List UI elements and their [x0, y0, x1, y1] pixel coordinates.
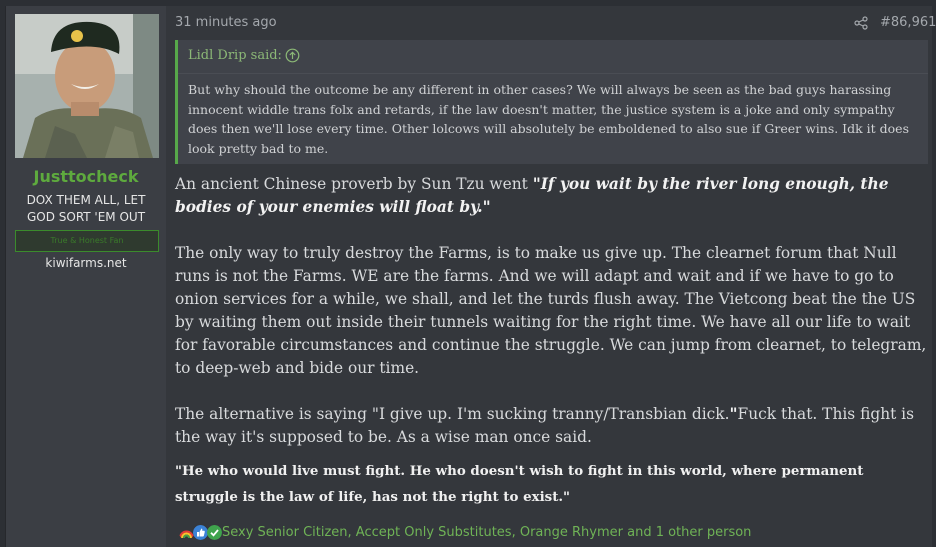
user-site: kiwifarms.net — [45, 256, 127, 270]
post-time[interactable]: 31 minutes ago — [175, 15, 277, 30]
paragraph-3: The alternative is saying "I give up. I'… — [175, 403, 930, 449]
reactions-list[interactable]: Sexy Senior Citizen, Accept Only Substit… — [222, 525, 751, 540]
paragraph-4: "He who would live must fight. He who do… — [175, 463, 864, 505]
avatar-image — [15, 14, 159, 158]
arrow-up-circle-icon[interactable] — [285, 48, 300, 63]
checkmark-icon — [207, 525, 222, 540]
quote-divider — [178, 73, 928, 74]
post-body: An ancient Chinese proverb by Sun Tzu we… — [175, 173, 930, 510]
avatar[interactable] — [15, 14, 159, 158]
paragraph-1: An ancient Chinese proverb by Sun Tzu we… — [175, 173, 930, 219]
username[interactable]: Justtocheck — [6, 167, 166, 186]
post: Justtocheck DOX THEM ALL, LET GOD SORT '… — [5, 6, 936, 547]
thumbs-up-icon — [193, 525, 208, 540]
paragraph-3-mark: " — [729, 405, 738, 423]
user-sidebar: Justtocheck DOX THEM ALL, LET GOD SORT '… — [6, 6, 166, 547]
post-number[interactable]: #86,961 — [880, 15, 936, 30]
rainbow-icon — [179, 530, 194, 539]
paragraph-3-start: The alternative is saying "I give up. I'… — [175, 405, 730, 423]
quote-author[interactable]: Lidl Drip said: — [188, 48, 282, 63]
paragraph-2: The only way to truly destroy the Farms,… — [175, 244, 927, 377]
share-icon[interactable] — [854, 16, 868, 30]
quote-text: But why should the outcome be any differ… — [188, 82, 909, 156]
user-banner: True & Honest Fan — [15, 230, 159, 252]
user-title: DOX THEM ALL, LET GOD SORT 'EM OUT — [26, 193, 146, 224]
quote-block: Lidl Drip said: But why should the outco… — [175, 40, 928, 164]
paragraph-1-text: An ancient Chinese proverb by Sun Tzu we… — [175, 175, 533, 193]
